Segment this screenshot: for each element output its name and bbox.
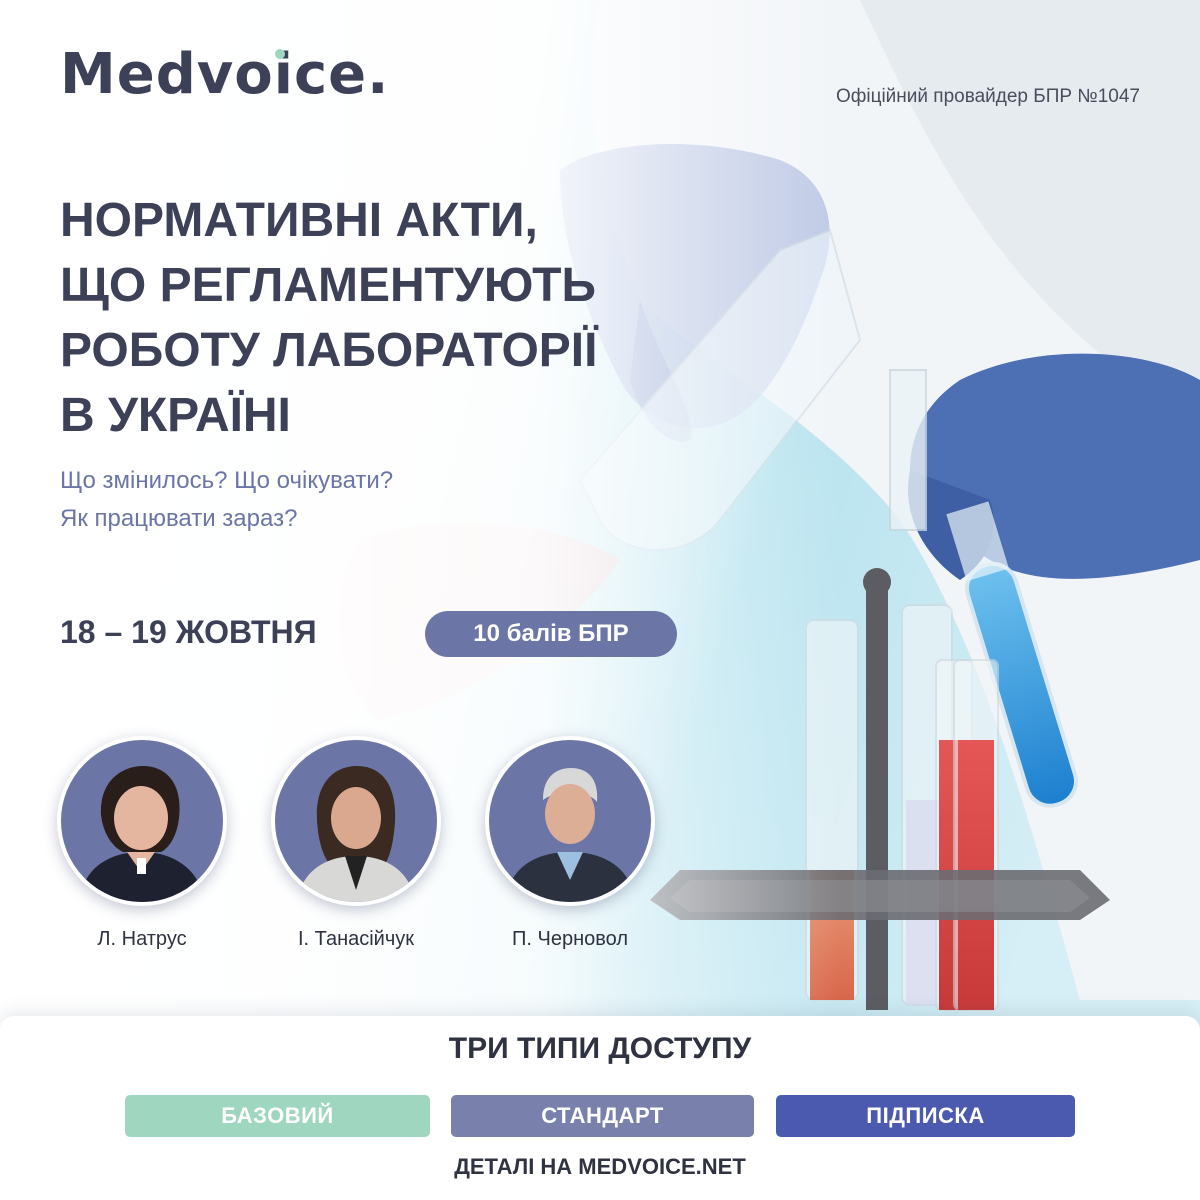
- logo-accent-dot: [275, 49, 285, 59]
- event-dates: 18 – 19 ЖОВТНЯ: [60, 614, 317, 650]
- speaker-avatar: [57, 736, 227, 906]
- tier-basic-button[interactable]: БАЗОВИЙ: [125, 1095, 430, 1137]
- title-line: НОРМАТИВНІ АКТИ,: [60, 194, 538, 247]
- speaker-avatar: [485, 736, 655, 906]
- speaker-card: І. Танасійчук: [271, 736, 441, 951]
- credit-points-badge: 10 балів БПР: [425, 611, 677, 657]
- speaker-avatar: [271, 736, 441, 906]
- speaker-name: П. Черновол: [512, 928, 628, 950]
- event-title: НОРМАТИВНІ АКТИ, ЩО РЕГЛАМЕНТУЮТЬ РОБОТУ…: [60, 188, 660, 448]
- title-line: В УКРАЇНІ: [60, 389, 291, 442]
- subtitle-line: Як працювати зараз?: [60, 505, 298, 532]
- speaker-name: Л. Натрус: [97, 928, 187, 950]
- provider-caption: Офіційний провайдер БПР №1047: [835, 86, 1140, 107]
- tier-subscription-button[interactable]: ПІДПИСКА: [776, 1095, 1075, 1137]
- subtitle-line: Що змінилось? Що очікувати?: [60, 467, 394, 494]
- title-line: РОБОТУ ЛАБОРАТОРІЇ: [60, 324, 598, 377]
- access-title: ТРИ ТИПИ ДОСТУПУ: [448, 1032, 752, 1065]
- medvoice-logo: Medvoice.: [60, 42, 389, 107]
- speaker-name: І. Танасійчук: [297, 928, 415, 950]
- logo-period: .: [367, 42, 390, 107]
- logo-text: Medvoice: [60, 42, 368, 107]
- details-link[interactable]: ДЕТАЛІ НА MEDVOICE.NET: [0, 1154, 1200, 1180]
- event-subtitle: Що змінилось? Що очікувати? Як працювати…: [60, 462, 620, 538]
- tier-standard-button[interactable]: СТАНДАРТ: [451, 1095, 754, 1137]
- speaker-card: Л. Натрус: [57, 736, 227, 951]
- speaker-card: П. Черновол: [485, 736, 655, 951]
- title-line: ЩО РЕГЛАМЕНТУЮТЬ: [60, 259, 596, 312]
